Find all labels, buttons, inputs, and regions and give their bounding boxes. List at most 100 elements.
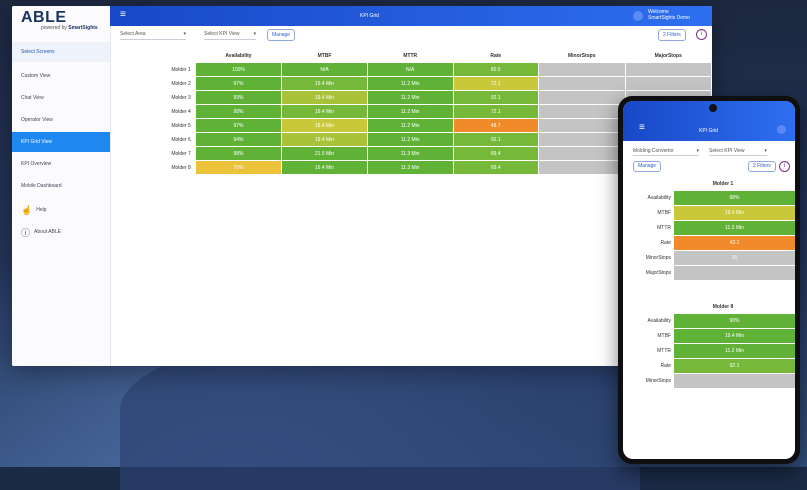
kpi-cell[interactable] — [539, 63, 625, 76]
hand-icon: ☝ — [21, 204, 33, 215]
desktop-window: ABLE powered by SmartSights Select Scree… — [12, 6, 712, 366]
kpi-cell[interactable]: 97% — [195, 77, 282, 90]
sidebar-item-select-screens[interactable]: Select Screens — [12, 42, 110, 62]
manage-button[interactable]: Manage — [267, 29, 296, 41]
kpi-cell[interactable]: 11.2 Min — [367, 105, 453, 118]
chevron-down-icon: ▾ — [696, 148, 699, 154]
kpi-cell[interactable]: 19.4 Min — [282, 91, 367, 104]
logo-sub: powered by SmartSights — [41, 25, 98, 31]
kpi-cell[interactable] — [539, 161, 625, 174]
kpi-cell[interactable] — [625, 77, 711, 90]
kpi-cell[interactable]: 19.4 Min — [282, 105, 367, 118]
welcome-text: Welcome SmartSights Demo — [648, 9, 690, 21]
page-title: KPI Grid — [360, 13, 379, 19]
sidebar-item-help[interactable]: ☝ Help — [12, 200, 110, 220]
sidebar-item-custom-view[interactable]: Custom View — [12, 66, 110, 86]
kpi-cell[interactable]: 100% — [195, 63, 282, 76]
kpi-cell[interactable]: 94% — [195, 133, 282, 146]
kpi-cell[interactable]: 92.1 — [453, 133, 539, 146]
sidebar-item-mobile-dashboard[interactable]: Mobile Dashboard — [12, 176, 110, 196]
kpi-cell[interactable]: 19.4 Min — [282, 77, 367, 90]
kpi-cell[interactable]: N/A — [367, 63, 453, 76]
kpi-cell[interactable]: 98% — [195, 105, 282, 118]
sidebar-item-kpi-grid-view[interactable]: KPI Grid View — [12, 132, 110, 152]
kpi-cell[interactable]: 11.2 Min — [367, 77, 453, 90]
phone-frame: ≡ KPI Grid Molding Convertor ▾ Select KPI… — [618, 96, 800, 464]
kpi-view-select[interactable]: Select KPI View ▾ — [204, 30, 256, 40]
sidebar-item-operator-view[interactable]: Operator View — [12, 110, 110, 130]
kpi-cell[interactable]: 80.5 — [453, 63, 539, 76]
info-icon: ⓘ — [21, 227, 31, 238]
kpi-cell[interactable]: 69.4 — [453, 147, 539, 160]
list-item[interactable]: MinorStops — [623, 374, 795, 388]
kpi-cell[interactable]: 11.3 Min — [367, 161, 453, 174]
row-label: Molder 1 — [171, 66, 191, 73]
row-label: Molder 6 — [171, 136, 191, 143]
kpi-cell[interactable]: 97% — [195, 119, 282, 132]
info-icon[interactable]: i — [696, 29, 707, 40]
col-header: Rate — [490, 52, 502, 59]
kpi-cell[interactable]: 11.2 Min — [367, 119, 453, 132]
area-select[interactable]: Select Area ▾ — [120, 30, 186, 40]
sidebar: ABLE powered by SmartSights Select Scree… — [12, 6, 111, 366]
kpi-cell[interactable]: 69.4 — [453, 161, 539, 174]
kpi-cell[interactable] — [539, 133, 625, 146]
header-row: Availability MTBF MTTR Rate MinorStops M… — [123, 49, 711, 62]
sidebar-item-about[interactable]: ⓘ About ABLE — [12, 222, 110, 242]
col-header: Availability — [225, 52, 252, 59]
kpi-cell[interactable]: 19.4 Min — [282, 133, 367, 146]
row-label: Molder 8 — [171, 164, 191, 171]
list-item[interactable]: Rate 42.1 — [623, 236, 795, 250]
phone-page-title: KPI Grid — [699, 128, 718, 134]
kpi-cell[interactable]: 70% — [195, 161, 282, 174]
col-header: MTBF — [317, 52, 332, 59]
list-item[interactable]: MTBF 19.4 Min — [623, 206, 795, 220]
list-item[interactable]: MajorStops — [623, 266, 795, 280]
list-item[interactable]: MinorStops 15 — [623, 251, 795, 265]
menu-icon[interactable]: ≡ — [639, 123, 645, 133]
kpi-cell[interactable]: 11.3 Min — [367, 147, 453, 160]
avatar[interactable] — [777, 125, 786, 134]
kpi-cell[interactable]: 18.4 Min — [282, 119, 367, 132]
kpi-cell[interactable]: N/A — [282, 63, 367, 76]
kpi-cell[interactable]: 98% — [195, 147, 282, 160]
row-label: Molder 3 — [171, 94, 191, 101]
sidebar-item-kpi-overview[interactable]: KPI Overview — [12, 154, 110, 174]
section-title: Molder 8 — [712, 304, 734, 310]
kpi-cell[interactable] — [539, 77, 625, 90]
filters-button[interactable]: 2 Filters — [658, 29, 686, 41]
sidebar-item-chat-view[interactable]: Chat View — [12, 88, 110, 108]
list-item[interactable]: MTTR 11.3 Min — [623, 221, 795, 235]
section-title: Molder 1 — [712, 181, 734, 187]
kpi-cell[interactable]: 99% — [195, 91, 282, 104]
phone-manage-button[interactable]: Manage — [633, 161, 662, 172]
list-item[interactable]: Availability 98% — [623, 191, 795, 205]
kpi-cell[interactable] — [625, 63, 711, 76]
phone-area-select[interactable]: Molding Convertor ▾ — [633, 147, 699, 156]
avatar[interactable] — [633, 11, 643, 21]
kpi-cell[interactable]: 48.7 — [453, 119, 539, 132]
top-bar: ≡ KPI Grid Welcome SmartSights Demo — [110, 6, 712, 26]
list-item[interactable]: Availability 98% — [623, 314, 795, 328]
kpi-cell[interactable] — [539, 119, 625, 132]
kpi-cell[interactable] — [539, 105, 625, 118]
list-item[interactable]: MTTR 11.2 Min — [623, 344, 795, 358]
kpi-cell[interactable]: 19.4 Min — [282, 161, 367, 174]
kpi-cell[interactable] — [539, 91, 625, 104]
row-label: Molder 4 — [171, 108, 191, 115]
menu-icon[interactable]: ≡ — [120, 10, 126, 20]
kpi-cell[interactable]: 11.2 Min — [367, 91, 453, 104]
info-icon[interactable]: i — [779, 161, 790, 172]
kpi-cell[interactable]: 11.2 Min — [367, 133, 453, 146]
phone-kpi-view-select[interactable]: Select KPI View ▾ — [709, 147, 767, 156]
list-item[interactable]: Rate 92.1 — [623, 359, 795, 373]
kpi-cell[interactable]: 72.1 — [453, 105, 539, 118]
kpi-cell[interactable]: 72.1 — [453, 77, 539, 90]
chevron-down-icon: ▾ — [764, 148, 767, 154]
list-item[interactable]: MTBF 19.4 Min — [623, 329, 795, 343]
kpi-cell[interactable]: 21.5 Min — [282, 147, 367, 160]
kpi-cell[interactable]: 92.1 — [453, 91, 539, 104]
col-header: MajorStops — [654, 52, 682, 59]
kpi-cell[interactable] — [539, 147, 625, 160]
phone-filters-button[interactable]: 2 Filters — [748, 161, 776, 172]
